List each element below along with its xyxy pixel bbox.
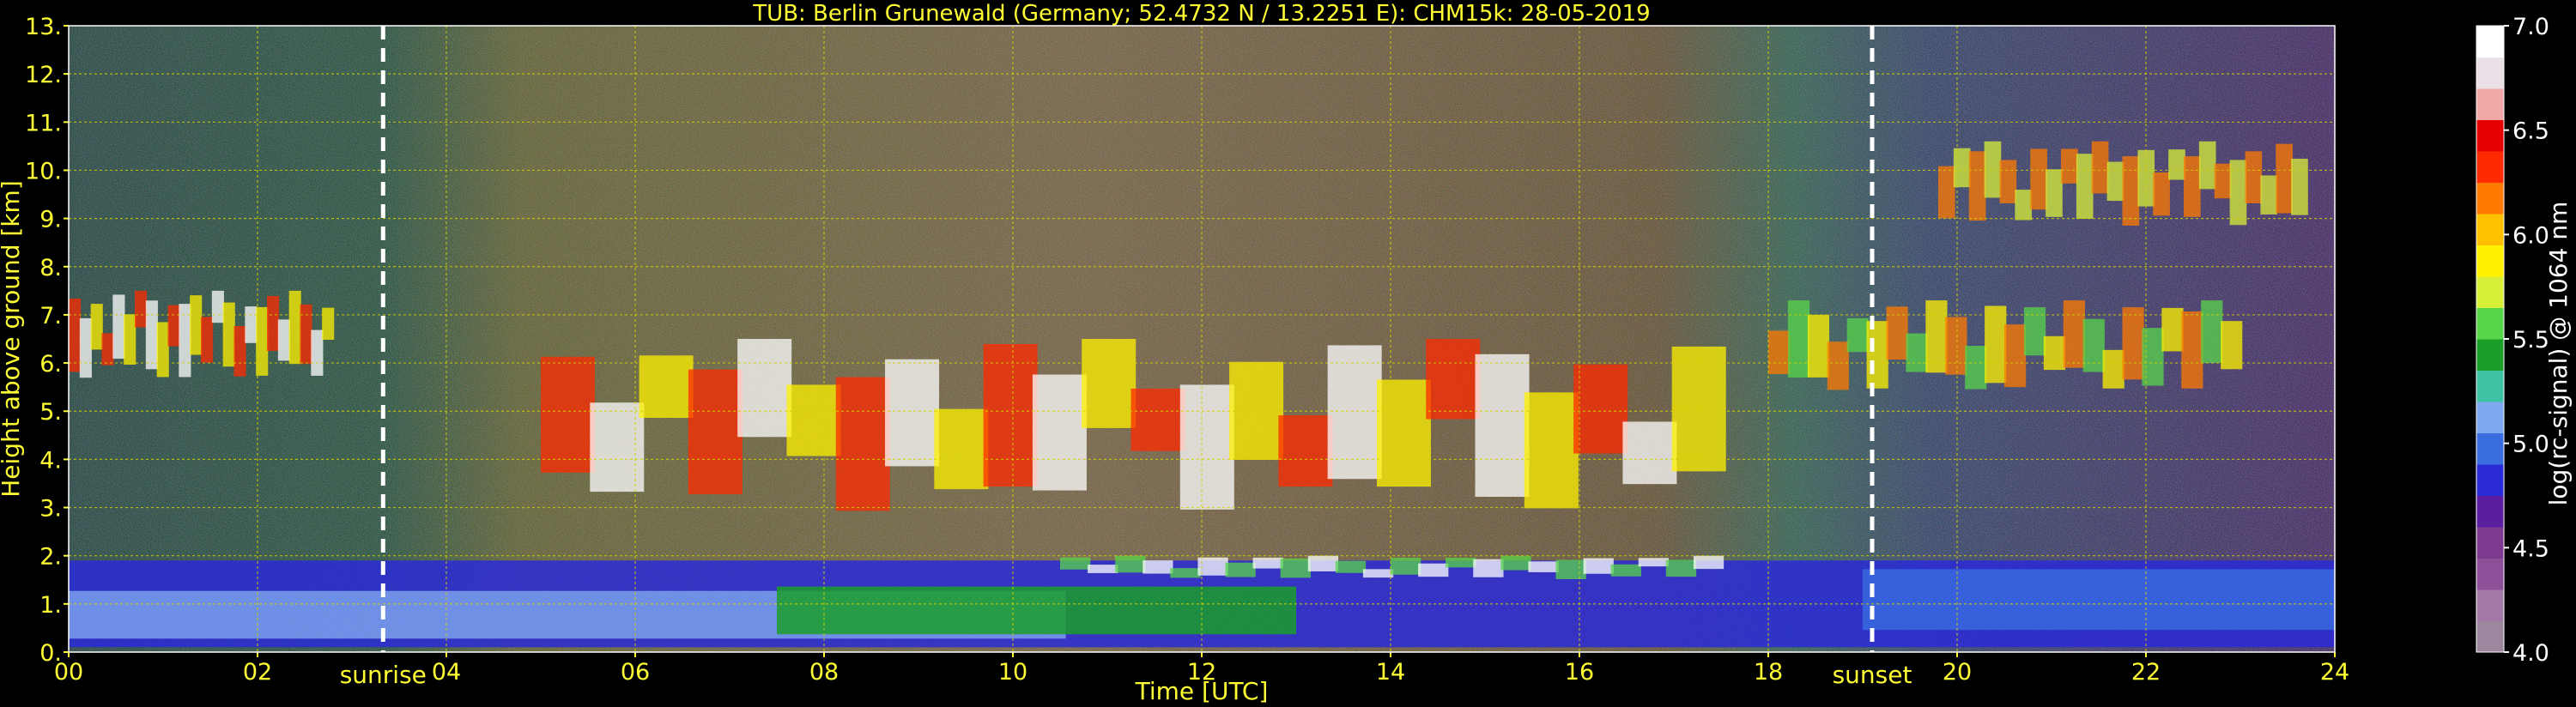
x-tick-label: 16: [1565, 659, 1594, 686]
colorbar-tick-label: 4.0: [2512, 640, 2549, 667]
colorbar-segment: [2476, 119, 2504, 152]
y-tick-label: 1.: [39, 592, 62, 619]
y-tick-label: 11.: [25, 110, 62, 136]
colorbar-segment: [2476, 402, 2504, 433]
y-tick-label: 4.: [39, 447, 62, 474]
colorbar-segment: [2476, 57, 2504, 89]
colorbar-segment: [2476, 495, 2504, 528]
colorbar-label: log(rc-signal) @ 1064 nm: [2544, 202, 2573, 506]
x-tick-label: 08: [809, 659, 839, 686]
y-tick-label: 10.: [25, 158, 62, 184]
colorbar-segment: [2476, 182, 2504, 215]
colorbar-tick-label: 7.0: [2512, 14, 2549, 40]
y-tick-label: 5.: [39, 399, 62, 426]
y-tick-label: 2.: [39, 544, 62, 571]
y-tick-label: 7.: [39, 303, 62, 329]
y-tick-label: 3.: [39, 496, 62, 523]
colorbar-segment: [2476, 620, 2504, 653]
colorbar-tick-label: 4.5: [2512, 535, 2549, 562]
colorbar-segment: [2476, 589, 2504, 621]
y-tick-label: 12.: [25, 62, 62, 88]
y-axis-label: Height above ground [km]: [0, 180, 25, 498]
colorbar-segment: [2476, 527, 2504, 559]
y-tick-label: 13.: [25, 14, 62, 40]
x-tick-label: 02: [243, 659, 272, 686]
colorbar-segment: [2476, 464, 2504, 496]
colorbar-tick-label: 6.5: [2512, 118, 2549, 145]
colorbar-segment: [2476, 370, 2504, 402]
y-tick-label: 6.: [39, 351, 62, 378]
y-tick-label: 0.: [39, 640, 62, 667]
x-tick-label: 22: [2131, 659, 2161, 686]
x-tick-label: 14: [1376, 659, 1405, 686]
colorbar-segment: [2476, 558, 2504, 590]
x-tick-label: 04: [432, 659, 461, 686]
lidar-chart: sunrise sunset 00 02 04 06 08 10 12 14 16 18 20 22 24…: [0, 1, 2573, 705]
colorbar-segment: [2476, 151, 2504, 183]
colorbar-segment: [2476, 245, 2504, 277]
colorbar-segment: [2476, 214, 2504, 245]
sunset-label: sunset: [1833, 661, 1912, 689]
colorbar-segment: [2476, 276, 2504, 308]
colorbar-segment: [2476, 307, 2504, 340]
x-tick-label: 18: [1754, 659, 1783, 686]
y-tick-label: 9.: [39, 207, 62, 233]
colorbar-segment: [2476, 88, 2504, 120]
y-tick-label: 8.: [39, 255, 62, 281]
x-tick-label: 06: [621, 659, 650, 686]
x-axis-label: Time [UTC]: [1135, 677, 1269, 705]
colorbar-segment: [2476, 432, 2504, 465]
chart-title: TUB: Berlin Grunewald (Germany; 52.4732 …: [752, 1, 1650, 27]
x-tick-label: 20: [1943, 659, 1972, 686]
x-tick-label: 24: [2320, 659, 2349, 686]
x-tick-label: 10: [998, 659, 1027, 686]
sunrise-label: sunrise: [340, 661, 427, 689]
colorbar-segment: [2476, 339, 2504, 371]
colorbar-segment: [2476, 26, 2504, 57]
colorbar: 4.04.55.05.56.06.57.0: [2476, 14, 2549, 667]
